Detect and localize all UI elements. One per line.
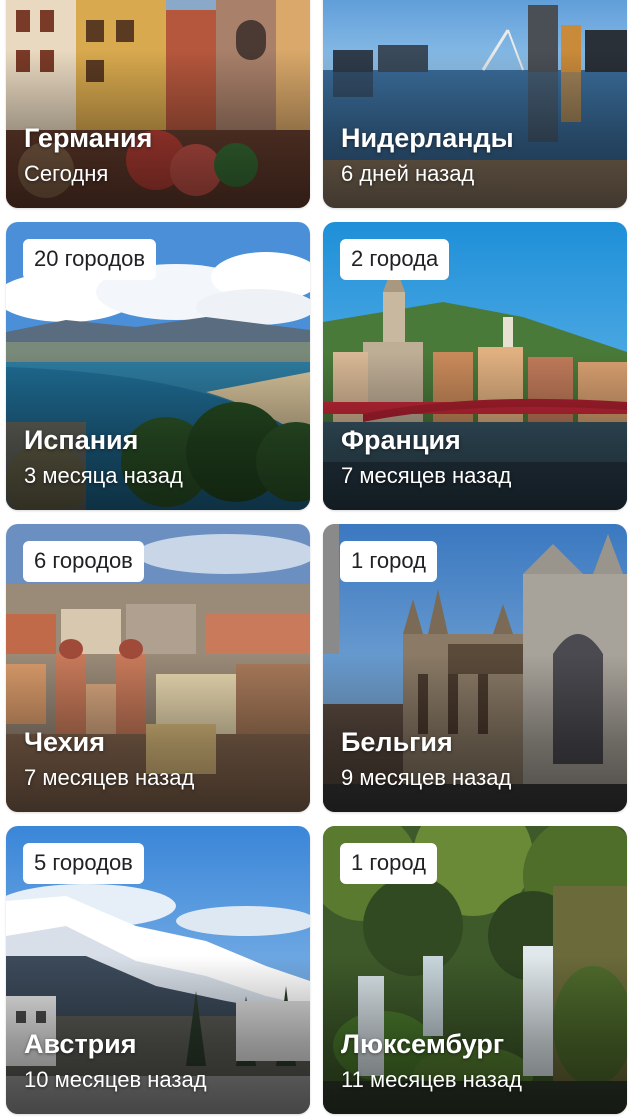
destination-updated: 7 месяцев назад xyxy=(24,765,195,790)
destination-updated: 3 месяца назад xyxy=(24,463,183,488)
cities-count-badge: 1 город xyxy=(340,843,437,884)
destination-name: Германия xyxy=(24,123,153,153)
destination-updated: 6 дней назад xyxy=(341,161,475,186)
destination-name: Австрия xyxy=(24,1029,137,1059)
destination-name: Франция xyxy=(341,425,461,455)
destination-updated: 10 месяцев назад xyxy=(24,1067,207,1092)
destination-card-germany[interactable]: Германия Сегодня xyxy=(6,0,310,208)
cities-count-badge: 2 города xyxy=(340,239,450,280)
destination-card-czechia[interactable]: 6 городов Чехия 7 месяцев назад xyxy=(6,524,310,812)
cities-count-badge: 5 городов xyxy=(23,843,144,884)
destination-card-belgium[interactable]: 1 город Бельгия 9 месяцев назад xyxy=(323,524,627,812)
destination-card-austria[interactable]: 5 городов Австрия 10 месяцев назад xyxy=(6,826,310,1114)
destination-updated: 7 месяцев назад xyxy=(341,463,512,488)
destination-updated: Сегодня xyxy=(24,161,109,186)
destination-name: Чехия xyxy=(24,727,105,757)
destination-name: Испания xyxy=(24,425,139,455)
destination-name: Бельгия xyxy=(341,727,453,757)
destination-card-spain[interactable]: 20 городов Испания 3 месяца назад xyxy=(6,222,310,510)
destination-card-luxembourg[interactable]: 1 город Люксембург 11 месяцев назад xyxy=(323,826,627,1114)
cities-count-badge: 6 городов xyxy=(23,541,144,582)
destination-name: Нидерланды xyxy=(341,123,514,153)
destination-updated: 11 месяцев назад xyxy=(341,1067,522,1092)
destination-name: Люксембург xyxy=(341,1029,505,1059)
destination-card-netherlands[interactable]: Нидерланды 6 дней назад xyxy=(323,0,627,208)
cities-count-badge: 1 город xyxy=(340,541,437,582)
destination-updated: 9 месяцев назад xyxy=(341,765,512,790)
destination-card-france[interactable]: 2 города Франция 7 месяцев назад xyxy=(323,222,627,510)
destinations-grid: Германия Сегодня Нидерланды 6 дней назад… xyxy=(6,0,628,1117)
cities-count-badge: 20 городов xyxy=(23,239,157,280)
